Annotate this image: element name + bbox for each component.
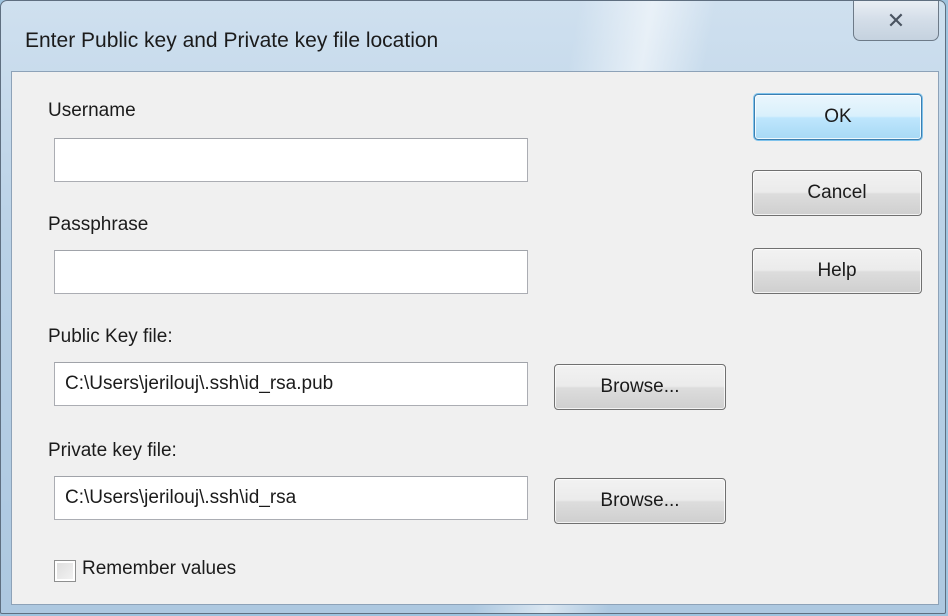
private-key-field[interactable]	[54, 476, 528, 520]
passphrase-field[interactable]	[54, 250, 528, 294]
public-key-field[interactable]	[54, 362, 528, 406]
private-key-label: Private key file:	[48, 440, 177, 461]
remember-values-label[interactable]: Remember values	[82, 558, 236, 580]
browse-private-key-button[interactable]: Browse...	[554, 478, 726, 524]
close-button[interactable]: ✕	[853, 1, 939, 41]
passphrase-label: Passphrase	[48, 214, 149, 235]
dialog-body: Username Passphrase Public Key file: Bro…	[11, 71, 939, 605]
ok-button[interactable]: OK	[754, 94, 922, 140]
username-field[interactable]	[54, 138, 528, 182]
help-button[interactable]: Help	[752, 248, 922, 294]
browse-public-key-button[interactable]: Browse...	[554, 364, 726, 410]
cancel-button[interactable]: Cancel	[752, 170, 922, 216]
dialog-title: Enter Public key and Private key file lo…	[25, 29, 439, 52]
close-icon: ✕	[886, 7, 906, 33]
public-key-label: Public Key file:	[48, 326, 173, 347]
title-bar: Enter Public key and Private key file lo…	[1, 1, 947, 77]
remember-values-checkbox[interactable]	[54, 560, 76, 582]
username-label: Username	[48, 100, 136, 121]
dialog-window: Enter Public key and Private key file lo…	[0, 0, 946, 614]
